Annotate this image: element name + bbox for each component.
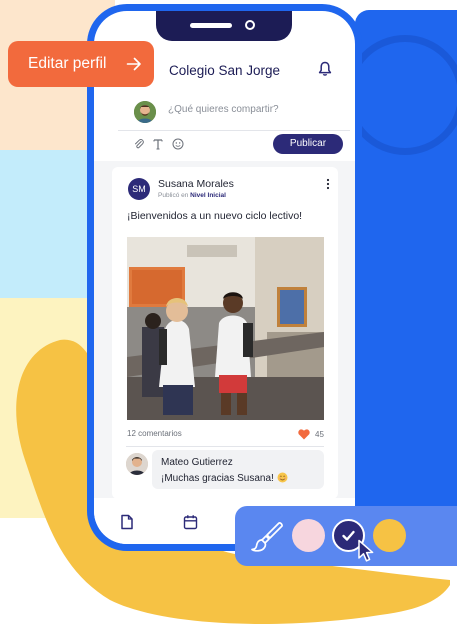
- post-text: ¡Bienvenidos a un nuevo ciclo lectivo!: [127, 210, 303, 222]
- arrow-right-icon: [126, 57, 141, 71]
- comment-body: ¡Muchas gracias Susana!: [161, 473, 274, 484]
- smiling-face-emoji-icon: [277, 472, 288, 483]
- divider: [126, 446, 324, 447]
- post-card: SM Susana Morales Publicó en Nivel Inici…: [112, 167, 338, 499]
- theme-color-picker: [235, 506, 457, 566]
- phone-screen: Colegio San Jorge ¿Qué quieres compartir…: [94, 11, 355, 544]
- post-photo[interactable]: [127, 237, 324, 420]
- document-icon[interactable]: [120, 514, 134, 530]
- divider: [118, 130, 350, 131]
- swatch-pink[interactable]: [292, 519, 325, 552]
- post-meta: Publicó en Nivel Inicial: [158, 192, 226, 199]
- paperclip-icon[interactable]: [133, 138, 145, 150]
- user-photo-icon: [134, 101, 156, 123]
- composer-input[interactable]: ¿Qué quieres compartir?: [168, 104, 279, 115]
- emoji-icon[interactable]: [172, 138, 184, 150]
- heart-icon[interactable]: [298, 429, 310, 440]
- more-options-icon[interactable]: [326, 178, 330, 190]
- comment-author[interactable]: Mateo Gutierrez: [161, 457, 233, 468]
- cursor-pointer-icon: [358, 539, 374, 562]
- publish-button[interactable]: Publicar: [273, 134, 343, 154]
- author-avatar[interactable]: SM: [128, 178, 150, 200]
- paintbrush-icon[interactable]: [249, 519, 283, 553]
- bell-icon[interactable]: [318, 61, 332, 77]
- speaker-icon: [190, 23, 232, 28]
- comment-text: ¡Muchas gracias Susana!: [161, 472, 288, 484]
- published-prefix: Publicó en: [158, 192, 189, 199]
- post-author-name[interactable]: Susana Morales: [158, 178, 234, 190]
- edit-profile-button[interactable]: Editar perfil: [8, 41, 154, 87]
- user-photo-icon: [126, 453, 148, 475]
- phone-notch: [156, 11, 292, 41]
- text-format-icon[interactable]: [152, 138, 164, 150]
- swatch-yellow[interactable]: [373, 519, 406, 552]
- likes-count: 45: [315, 430, 324, 439]
- commenter-avatar: [126, 453, 148, 475]
- edit-profile-label: Editar perfil: [28, 55, 107, 72]
- comment-bubble: Mateo Gutierrez ¡Muchas gracias Susana!: [152, 450, 324, 489]
- calendar-icon[interactable]: [183, 514, 198, 530]
- post-group-link[interactable]: Nivel Inicial: [190, 192, 226, 199]
- avatar: [134, 101, 156, 123]
- comments-count[interactable]: 12 comentarios: [127, 429, 182, 438]
- camera-icon: [245, 20, 255, 30]
- check-icon: [342, 530, 355, 541]
